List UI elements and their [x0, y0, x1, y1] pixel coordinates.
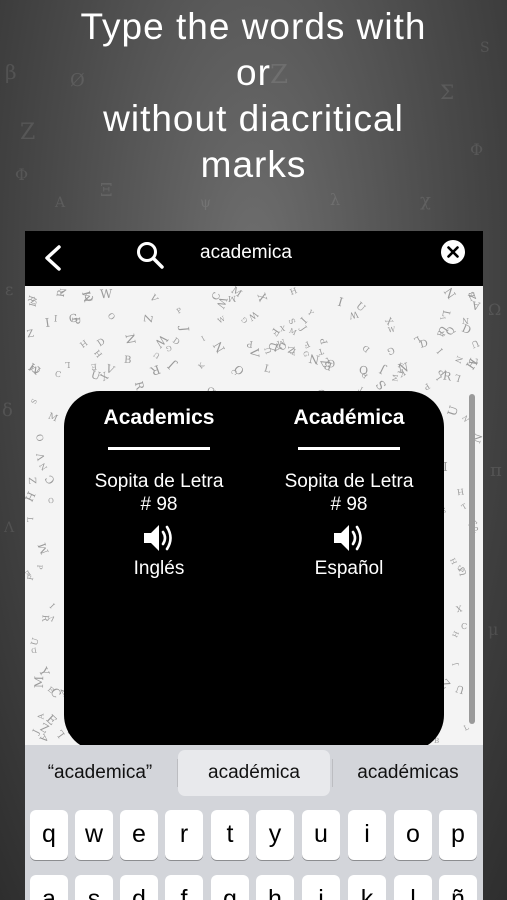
- speaker-icon[interactable]: [142, 522, 176, 554]
- key-s[interactable]: s: [75, 875, 113, 900]
- result-card[interactable]: Academics Sopita de Letra # 98 Inglés Ac…: [64, 391, 444, 751]
- key-y[interactable]: y: [256, 810, 294, 860]
- suggestion-1[interactable]: “academica”: [25, 750, 175, 796]
- key-h[interactable]: h: [256, 875, 294, 900]
- result-column-spanish: Académica Sopita de Letra # 98 Español: [254, 391, 444, 580]
- result-language: Español: [314, 558, 384, 579]
- key-k[interactable]: k: [348, 875, 386, 900]
- result-word: Academics: [103, 406, 215, 429]
- headline-line-2: or: [236, 52, 271, 93]
- suggestion-3[interactable]: académicas: [333, 750, 483, 796]
- result-source: Sopita de Letra: [284, 471, 414, 492]
- key-j[interactable]: j: [302, 875, 340, 900]
- key-p[interactable]: p: [439, 810, 477, 860]
- key-a[interactable]: a: [30, 875, 68, 900]
- speaker-icon[interactable]: [332, 522, 366, 554]
- key-n-tilde[interactable]: ñ: [439, 875, 477, 900]
- search-bar: academica: [25, 231, 483, 286]
- headline-line-4: marks: [200, 144, 307, 185]
- key-q[interactable]: q: [30, 810, 68, 860]
- key-t[interactable]: t: [211, 810, 249, 860]
- divider: [108, 447, 210, 450]
- result-source: Sopita de Letra: [94, 471, 224, 492]
- key-e[interactable]: e: [120, 810, 158, 860]
- key-u[interactable]: u: [302, 810, 340, 860]
- app-screen: academica MNHGELRGJWTCYVTZOKAZDEFAMJECLQ…: [25, 231, 483, 900]
- scrollbar[interactable]: [469, 394, 475, 724]
- result-language: Inglés: [133, 558, 185, 579]
- search-input[interactable]: academica: [200, 242, 292, 264]
- clear-icon[interactable]: [440, 239, 466, 265]
- result-column-english: Academics Sopita de Letra # 98 Inglés: [64, 391, 254, 580]
- key-f[interactable]: f: [165, 875, 203, 900]
- key-l[interactable]: l: [394, 875, 432, 900]
- back-chevron-icon[interactable]: [37, 241, 71, 275]
- result-word: Académica: [293, 406, 405, 429]
- key-i[interactable]: i: [348, 810, 386, 860]
- key-g[interactable]: g: [211, 875, 249, 900]
- result-number: # 98: [140, 494, 178, 515]
- headline-line-1: Type the words with: [80, 6, 427, 47]
- result-number: # 98: [330, 494, 368, 515]
- key-w[interactable]: w: [75, 810, 113, 860]
- search-icon: [135, 240, 167, 272]
- divider: [298, 447, 400, 450]
- key-r[interactable]: r: [165, 810, 203, 860]
- key-d[interactable]: d: [120, 875, 158, 900]
- promo-headline: Type the words with or without diacritic…: [0, 4, 507, 188]
- headline-line-3: without diacritical: [103, 98, 404, 139]
- key-o[interactable]: o: [394, 810, 432, 860]
- keyboard: “academica” académica académicas q w e r…: [25, 745, 483, 900]
- suggestion-2[interactable]: académica: [178, 750, 330, 796]
